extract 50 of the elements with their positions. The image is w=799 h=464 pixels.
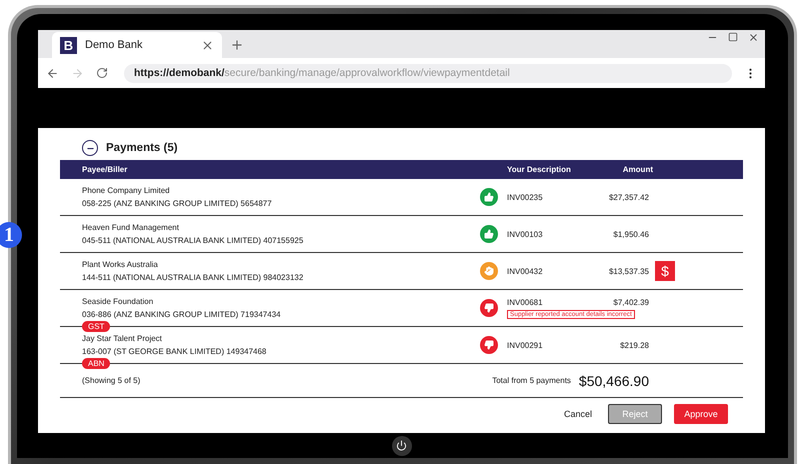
status-thumbs-down-icon[interactable]: [480, 336, 498, 354]
new-tab-icon[interactable]: [230, 38, 244, 52]
step-number-badge: 1: [0, 222, 22, 248]
account-details: 058-225 (ANZ BANKING GROUP LIMITED) 5654877: [82, 198, 272, 209]
close-icon[interactable]: [201, 38, 214, 52]
power-button[interactable]: [392, 436, 412, 456]
status-thumbs-up-icon[interactable]: [480, 225, 498, 243]
description-cell: INV00235: [507, 192, 543, 202]
account-details: 036-886 (ANZ BANKING GROUP LIMITED) 719347434: [82, 309, 281, 320]
payee-name: Jay Star Talent Project: [82, 333, 162, 344]
maximize-icon[interactable]: [728, 32, 738, 42]
tab-title: Demo Bank: [85, 39, 144, 51]
amount-cell: $219.28: [620, 340, 649, 350]
payee-name: Phone Company Limited: [82, 185, 170, 196]
reload-icon[interactable]: [96, 67, 108, 79]
bank-logo: B: [60, 36, 77, 54]
column-header: Payee/Biller: [82, 164, 128, 175]
dollar-flag: $: [655, 261, 675, 281]
amount-cell: $7,402.39: [613, 297, 649, 308]
description-cell: INV00291: [507, 340, 543, 350]
showing-count: (Showing 5 of 5): [82, 375, 142, 386]
column-header: Your Description: [507, 164, 571, 175]
description-cell: INV00432: [507, 266, 543, 276]
account-details: 163-007 (ST GEORGE BANK LIMITED) 149347468: [82, 346, 266, 357]
status-thumbs-up-icon[interactable]: [480, 188, 498, 206]
collapse-toggle[interactable]: [82, 140, 98, 156]
description-cell: INV00681: [507, 297, 543, 308]
tag-label: GST: [82, 321, 110, 332]
tag-label: ABN: [82, 358, 110, 369]
status-thumbs-down-icon[interactable]: [480, 299, 498, 317]
cancel-link[interactable]: Cancel: [560, 404, 596, 424]
account-details: 144-511 (NATIONAL AUSTRALIA BANK LIMITED) 984023132: [82, 272, 304, 283]
amount-cell: $1,950.46: [613, 228, 649, 240]
action-button[interactable]: Approve: [674, 404, 728, 424]
amount-cell: $27,357.42: [608, 192, 649, 202]
total-amount: $50,466.90: [578, 372, 649, 388]
payee-name: Seaside Foundation: [82, 296, 154, 307]
browser-tab[interactable]: B Demo Bank: [52, 32, 222, 58]
back-arrow-icon[interactable]: [46, 66, 59, 80]
description-cell: INV00103: [507, 228, 543, 240]
total-label: Total from 5 payments: [492, 375, 571, 386]
power-icon: [396, 440, 407, 451]
account-details: 045-511 (NATIONAL AUSTRALIA BANK LIMITED) 407155925: [82, 235, 304, 246]
column-header: Amount: [622, 164, 653, 175]
section-title: Payments (5): [106, 142, 178, 154]
close-icon[interactable]: [748, 32, 759, 43]
address-bar[interactable]: https://demobank/secure/banking/manage/approvalworkflow/viewpaymentdetail: [124, 64, 732, 82]
payee-name: Plant Works Australia: [82, 259, 158, 270]
amount-cell: $13,537.35: [608, 266, 649, 276]
payee-name: Heaven Fund Management: [82, 222, 179, 233]
